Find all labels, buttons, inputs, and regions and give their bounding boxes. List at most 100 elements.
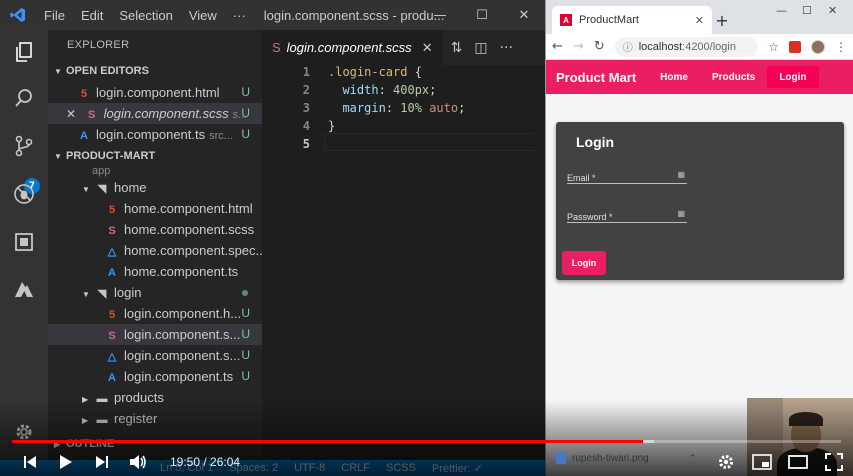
close-icon[interactable]: ✕	[828, 4, 837, 17]
browser-menu-icon[interactable]: ⋮	[835, 40, 847, 54]
open-editor-name: login.component.html	[96, 85, 220, 100]
fullscreen-icon[interactable]	[823, 448, 845, 476]
tree-file[interactable]: 5 login.component.h... U	[48, 303, 262, 324]
split-editor-icon[interactable]: ◫	[474, 40, 487, 56]
css-value: 400px	[393, 83, 430, 97]
open-editor-item[interactable]: 5 login.component.html U	[48, 82, 262, 103]
editor-tab-bar: S login.component.scss ✕ ⇅ ◫ ···	[262, 30, 545, 65]
password-field[interactable]: Password * ▦	[567, 209, 687, 223]
folder-login[interactable]: ▼ ◥ login	[48, 282, 262, 303]
azure-icon[interactable]	[12, 278, 36, 302]
file-name: home.component.scss	[124, 222, 255, 237]
chevron-down-icon: ▼	[82, 185, 90, 194]
folder-home[interactable]: ▼ ◥ home	[48, 177, 262, 198]
tree-file[interactable]: Alogin.component.ts U	[48, 366, 262, 387]
close-editor-icon[interactable]: ✕	[66, 104, 80, 125]
git-status: U	[241, 85, 250, 99]
file-name: login.component.h...	[124, 306, 242, 321]
tree-file-selected[interactable]: Slogin.component.s... U	[48, 324, 262, 345]
source-control-icon[interactable]	[12, 134, 36, 158]
app-title[interactable]: Product Mart	[556, 70, 636, 85]
new-tab-plus-icon[interactable]: +	[712, 10, 732, 30]
menu-file[interactable]: File	[36, 8, 73, 23]
miniplayer-icon[interactable]	[751, 448, 773, 476]
chevron-right-icon: ▶	[82, 416, 89, 425]
forward-arrow-icon[interactable]: →	[573, 39, 584, 54]
current-time: 19:50	[170, 455, 201, 469]
volume-icon[interactable]	[120, 448, 156, 476]
chevron-down-icon: ▼	[54, 67, 62, 76]
folder-open-icon: ◥	[97, 183, 107, 195]
angular-favicon-icon: A	[560, 14, 572, 26]
close-tab-icon[interactable]: ✕	[422, 40, 433, 56]
open-editor-name: login.component.ts	[96, 127, 206, 142]
settings-gear-icon[interactable]	[715, 448, 737, 476]
menu-more[interactable]: ···	[225, 8, 254, 23]
file-name: login.component.s...	[124, 327, 241, 342]
html-file-icon: 5	[108, 204, 116, 216]
extension-icon[interactable]	[789, 40, 801, 53]
tab-login-scss[interactable]: S login.component.scss ✕	[262, 30, 443, 65]
menu-view[interactable]: View	[181, 8, 225, 23]
search-icon[interactable]	[12, 86, 36, 110]
editor-scrollbar[interactable]	[535, 65, 545, 460]
debug-icon[interactable]	[12, 182, 36, 206]
previous-icon[interactable]	[12, 448, 48, 476]
browser-tab[interactable]: A ProductMart ✕	[552, 6, 712, 34]
next-icon[interactable]	[84, 448, 120, 476]
project-header[interactable]: ▼ PRODUCT-MART	[48, 145, 262, 167]
nav-login[interactable]: Login	[767, 66, 819, 88]
git-status: U	[241, 127, 250, 141]
tree-file[interactable]: △ login.component.s... U	[48, 345, 262, 366]
nav-products[interactable]: Products	[700, 66, 767, 88]
file-name: home.component.ts	[124, 264, 239, 279]
git-status: U	[241, 369, 250, 383]
folder-icon: ▬	[96, 414, 108, 426]
maximize-icon[interactable]: ☐	[461, 0, 503, 30]
address-bar[interactable]: ⓘ localhost:4200/login	[614, 36, 759, 57]
compare-changes-icon[interactable]: ⇅	[451, 40, 463, 56]
extensions-icon[interactable]	[12, 230, 36, 254]
files-icon[interactable]	[12, 40, 36, 64]
site-info-icon[interactable]: ⓘ	[623, 39, 633, 54]
tree-file[interactable]: △ home.component.spec....	[48, 240, 262, 261]
tree-file[interactable]: Ahome.component.ts	[48, 261, 262, 282]
tree-file[interactable]: Shome.component.scss	[48, 219, 262, 240]
bookmark-star-icon[interactable]: ☆	[768, 40, 779, 54]
file-name: home.component.html	[124, 201, 253, 216]
tree-file[interactable]: 5 home.component.html	[48, 198, 262, 219]
more-actions-icon[interactable]: ···	[500, 40, 513, 56]
code-line: margin: 10% auto;	[342, 101, 466, 115]
app-toolbar: Product Mart Home Products Login	[546, 60, 853, 94]
close-tab-icon[interactable]: ✕	[695, 14, 704, 27]
play-icon[interactable]	[48, 448, 84, 476]
menu-edit[interactable]: Edit	[73, 8, 111, 23]
folder-products[interactable]: ▶ ▬ products	[48, 387, 262, 408]
email-field[interactable]: Email * ▦	[567, 170, 687, 184]
open-editor-item[interactable]: Alogin.component.ts src... U	[48, 124, 262, 145]
open-editors-header[interactable]: ▼ OPEN EDITORS	[48, 60, 262, 82]
code-editor[interactable]: 1 2 3 4 5 .login-card { width: 400px; ma…	[262, 65, 545, 460]
tree-item-partial[interactable]: app	[48, 167, 262, 177]
scss-file-icon: S	[87, 109, 96, 121]
profile-avatar[interactable]	[811, 39, 825, 54]
code-line: .login-card {	[328, 65, 422, 79]
line-number: 2	[302, 83, 310, 97]
maximize-icon[interactable]: ☐	[802, 4, 812, 17]
reload-icon[interactable]: ↻	[594, 39, 605, 54]
open-editor-name: login.component.scss	[103, 106, 229, 121]
menu-selection[interactable]: Selection	[111, 8, 180, 23]
code-line: width: 400px;	[342, 83, 437, 97]
nav-home[interactable]: Home	[648, 66, 700, 88]
back-arrow-icon[interactable]: ←	[552, 39, 563, 54]
folder-register[interactable]: ▶ ▬ register	[48, 408, 262, 429]
html-file-icon: 5	[108, 309, 116, 321]
git-status: U	[241, 306, 250, 320]
player-right-controls	[715, 448, 845, 476]
minimize-icon[interactable]: —	[776, 4, 787, 17]
minimize-icon[interactable]: —	[419, 0, 461, 30]
login-button[interactable]: Login	[562, 251, 606, 275]
open-editor-item-active[interactable]: ✕ Slogin.component.scss s... U	[48, 103, 262, 124]
theater-mode-icon[interactable]	[787, 448, 809, 476]
close-icon[interactable]: ✕	[503, 0, 545, 30]
